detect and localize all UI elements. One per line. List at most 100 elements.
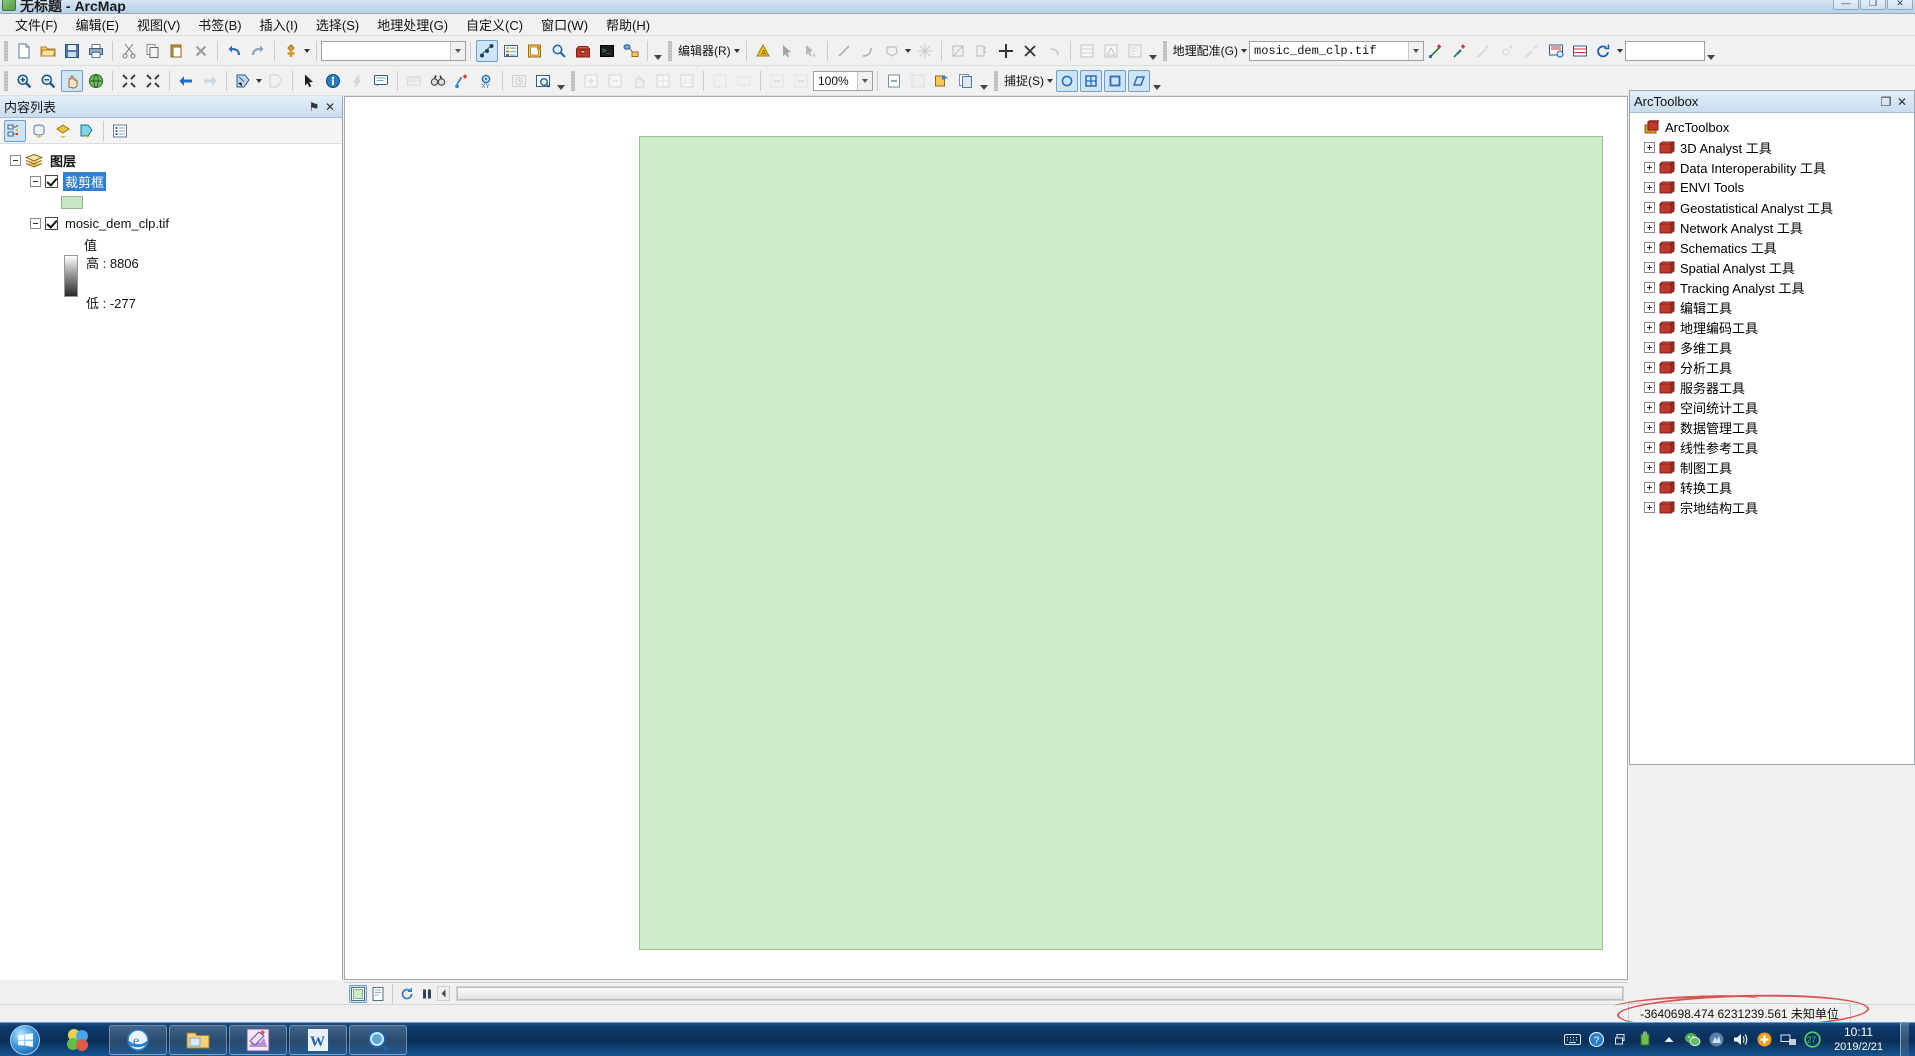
- cut-icon[interactable]: [118, 40, 140, 62]
- menu-selection[interactable]: 选择(S): [307, 12, 368, 37]
- expander-icon[interactable]: [1644, 461, 1655, 473]
- close-button[interactable]: ✕: [1887, 0, 1913, 10]
- add-data-dropdown-caret[interactable]: [304, 48, 310, 53]
- toolbox-item-spatial-analyst[interactable]: Spatial Analyst 工具: [1634, 257, 1914, 277]
- expander-icon[interactable]: [1644, 321, 1655, 333]
- toolbox-item-linear-referencing[interactable]: 线性参考工具: [1634, 437, 1914, 457]
- toolbox-item-cartography[interactable]: 制图工具: [1634, 457, 1914, 477]
- taskbar-internet-explorer[interactable]: e: [109, 1024, 167, 1055]
- clear-links-icon[interactable]: [1521, 40, 1543, 62]
- select-features-icon[interactable]: [232, 70, 254, 92]
- map-horizontal-scrollbar[interactable]: [456, 986, 1624, 1001]
- menu-customize[interactable]: 自定义(C): [457, 12, 532, 37]
- tray-volume-icon[interactable]: [1732, 1031, 1749, 1048]
- layout-zoom-in-icon[interactable]: [580, 70, 602, 92]
- fit-to-display-icon[interactable]: [1545, 40, 1567, 62]
- toolbar-grip-standard[interactable]: [4, 40, 8, 61]
- toc-autohide-pin-icon[interactable]: ⚑: [306, 99, 322, 115]
- menu-help[interactable]: 帮助(H): [597, 12, 659, 37]
- menu-file[interactable]: 文件(F): [6, 12, 67, 37]
- tray-expand-icon[interactable]: [1612, 1031, 1629, 1048]
- edit-tool-icon[interactable]: [776, 40, 798, 62]
- start-button[interactable]: [2, 1024, 48, 1056]
- toolbox-item-schematics[interactable]: Schematics 工具: [1634, 237, 1914, 257]
- edit-annotation-tool-icon[interactable]: A: [800, 40, 822, 62]
- find-icon[interactable]: [427, 70, 449, 92]
- pan-tool-icon[interactable]: [61, 69, 83, 92]
- focus-data-frame-icon[interactable]: [907, 70, 929, 92]
- standard-toolbar-overflow[interactable]: [652, 39, 664, 63]
- tray-weather-icon[interactable]: [1708, 1031, 1725, 1048]
- toolbar-grip-tools[interactable]: [4, 70, 8, 91]
- expander-icon[interactable]: [1644, 161, 1655, 173]
- map-scroll-left-arrow[interactable]: [437, 986, 450, 1001]
- html-popup-icon[interactable]: [370, 70, 392, 92]
- maximize-button[interactable]: ❐: [1860, 0, 1886, 10]
- table-of-contents-icon[interactable]: [500, 40, 522, 62]
- toolbox-item-geostatistical-analyst[interactable]: Geostatistical Analyst 工具: [1634, 197, 1914, 217]
- toolbox-item-data-management[interactable]: 数据管理工具: [1634, 417, 1914, 437]
- show-desktop-button[interactable]: [1900, 1022, 1909, 1056]
- expander-icon[interactable]: [1644, 421, 1655, 433]
- list-by-drawing-order-icon[interactable]: [4, 119, 26, 142]
- select-features-caret[interactable]: [256, 78, 262, 83]
- layout-toolbar-overflow[interactable]: [978, 69, 990, 93]
- refresh-view-button[interactable]: [398, 985, 416, 1003]
- edge-snapping-icon[interactable]: [1128, 69, 1150, 92]
- delete-link-icon[interactable]: [1497, 40, 1519, 62]
- editor-menu-label[interactable]: 编辑器(R): [676, 42, 733, 59]
- hyperlink-icon[interactable]: [346, 70, 368, 92]
- end-snapping-icon[interactable]: [1080, 69, 1102, 92]
- python-window-icon[interactable]: >_: [596, 40, 618, 62]
- menu-insert[interactable]: 插入(I): [251, 12, 307, 37]
- toc-layer-raster-expander-icon[interactable]: [30, 218, 41, 229]
- georeferencing-extra-field[interactable]: [1625, 40, 1705, 61]
- time-slider-icon[interactable]: [508, 70, 530, 92]
- full-extent-icon[interactable]: [85, 70, 107, 92]
- toc-layer-raster-checkbox[interactable]: [45, 217, 58, 230]
- toolbox-item-tracking-analyst[interactable]: Tracking Analyst 工具: [1634, 277, 1914, 297]
- arctoolbox-close-icon[interactable]: ✕: [1894, 94, 1910, 110]
- tray-show-hidden-icon[interactable]: [1660, 1031, 1677, 1048]
- expander-icon[interactable]: [1644, 301, 1655, 313]
- measure-icon[interactable]: [403, 70, 425, 92]
- curve-segment-icon[interactable]: [857, 40, 879, 62]
- merge-tool-icon[interactable]: [1019, 40, 1041, 62]
- link-table-icon[interactable]: [1569, 40, 1591, 62]
- toc-root-node[interactable]: 图层: [6, 150, 342, 171]
- fixed-zoom-out-icon[interactable]: [142, 70, 164, 92]
- toolbar-grip-snapping[interactable]: [994, 70, 998, 91]
- toc-close-icon[interactable]: ✕: [322, 99, 338, 115]
- toolbox-item-conversion[interactable]: 转换工具: [1634, 477, 1914, 497]
- layout-zoom-percent-combo[interactable]: 100%: [813, 70, 873, 91]
- sketch-properties-icon[interactable]: [1100, 40, 1122, 62]
- menu-view[interactable]: 视图(V): [128, 12, 189, 37]
- tray-wechat-icon[interactable]: [1684, 1031, 1701, 1048]
- clip-frame-polygon-graphic[interactable]: [639, 136, 1603, 950]
- menu-window[interactable]: 窗口(W): [532, 12, 597, 37]
- expander-icon[interactable]: [1644, 141, 1655, 153]
- zoom-in-icon[interactable]: [13, 70, 35, 92]
- tray-network-icon[interactable]: [1780, 1031, 1797, 1048]
- editor-menu-caret[interactable]: [733, 48, 740, 53]
- point-snapping-icon[interactable]: [1056, 69, 1078, 92]
- toggle-draft-mode-icon[interactable]: [883, 70, 905, 92]
- taskbar-clock[interactable]: 10:11 2019/2/21: [1828, 1025, 1889, 1055]
- tray-usb-icon[interactable]: [1636, 1031, 1653, 1048]
- arctoolbox-root-node[interactable]: ArcToolbox: [1634, 117, 1914, 137]
- trace-tool-icon[interactable]: [881, 40, 903, 62]
- toc-layer-clip-frame-expander-icon[interactable]: [30, 176, 41, 187]
- identify-icon[interactable]: [322, 70, 344, 92]
- create-viewer-window-icon[interactable]: [532, 70, 554, 92]
- toolbox-item-parcel-fabric[interactable]: 宗地结构工具: [1634, 497, 1914, 517]
- arctoolbox-maximize-icon[interactable]: ❐: [1878, 94, 1894, 110]
- list-by-selection-icon[interactable]: [76, 120, 98, 142]
- toolbox-item-analysis[interactable]: 分析工具: [1634, 357, 1914, 377]
- expander-icon[interactable]: [1644, 441, 1655, 453]
- expander-icon[interactable]: [1644, 361, 1655, 373]
- construction-points-icon[interactable]: [914, 40, 936, 62]
- expander-icon[interactable]: [1644, 401, 1655, 413]
- taskbar-quicklaunch-colors-icon[interactable]: [49, 1025, 107, 1055]
- layout-1to1-icon[interactable]: 1:1: [676, 70, 698, 92]
- save-icon[interactable]: [61, 40, 83, 62]
